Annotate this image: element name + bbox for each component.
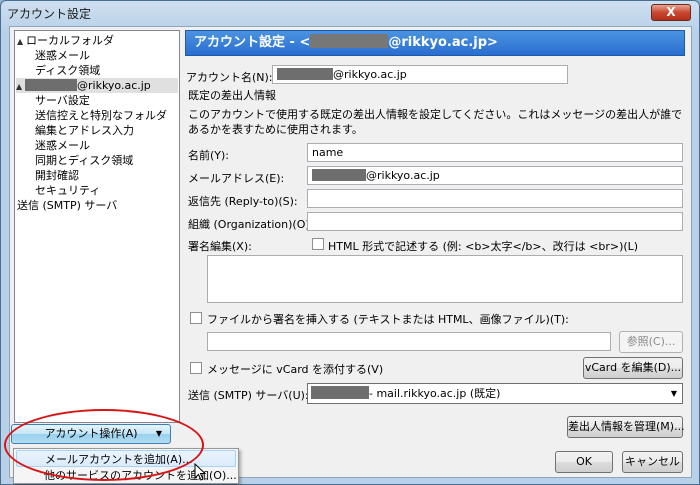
name-input[interactable]: name bbox=[307, 143, 683, 162]
redacted-username bbox=[311, 386, 369, 399]
tree-item-label: セキュリティ bbox=[35, 184, 101, 197]
header-suffix: @rikkyo.ac.jp> bbox=[388, 35, 498, 50]
section-title: 既定の差出人情報 bbox=[188, 89, 276, 102]
identity-description: このアカウントで使用する既定の差出人情報を設定してください。これはメッセージの差… bbox=[188, 108, 683, 136]
tree-item-label: 送信控えと特別なフォルダ bbox=[35, 109, 167, 122]
collapse-icon[interactable]: ▲ bbox=[17, 34, 26, 49]
signature-file-label: ファイルから署名を挿入する (テキストまたは HTML、画像ファイル)(T): bbox=[207, 313, 569, 326]
tree-item-smtp[interactable]: 送信 (SMTP) サーバ bbox=[17, 198, 117, 213]
smtp-server-select[interactable]: - mail.rikkyo.ac.jp (既定) ▼ bbox=[307, 383, 683, 404]
html-signature-label: HTML 形式で記述する (例: <b>太字</b>、改行は <br>)(L) bbox=[328, 240, 639, 253]
tree-item-label: サーバ設定 bbox=[35, 94, 90, 107]
redacted-username bbox=[312, 169, 366, 181]
browse-button[interactable]: 参照(C)... bbox=[619, 331, 683, 353]
ok-button[interactable]: OK bbox=[555, 451, 613, 473]
chevron-down-icon: ▼ bbox=[155, 429, 162, 438]
signature-label: 署名編集(X): bbox=[188, 240, 252, 253]
reply-to-label: 返信先 (Reply-to)(S): bbox=[188, 195, 298, 208]
tree-item-receipts[interactable]: 開封確認 bbox=[35, 168, 79, 183]
panel-header: アカウント設定 - < @rikkyo.ac.jp> bbox=[185, 30, 685, 56]
tree-item-junk-local[interactable]: 迷惑メール bbox=[35, 48, 90, 63]
vcard-label: メッセージに vCard を添付する(V) bbox=[207, 363, 384, 376]
tree-item-label: 同期とディスク領域 bbox=[35, 154, 134, 167]
signature-file-checkbox[interactable] bbox=[190, 312, 202, 324]
tree-item-disk-local[interactable]: ディスク領域 bbox=[35, 63, 100, 78]
reply-to-input[interactable] bbox=[307, 189, 683, 208]
name-label: 名前(Y): bbox=[188, 149, 230, 162]
cancel-button[interactable]: キャンセル bbox=[622, 451, 683, 473]
redacted-username bbox=[310, 34, 389, 48]
close-button[interactable]: X bbox=[651, 4, 691, 21]
email-input[interactable]: @rikkyo.ac.jp bbox=[307, 166, 683, 185]
tree-item-label: 送信 (SMTP) サーバ bbox=[17, 199, 118, 212]
signature-file-path-input[interactable] bbox=[207, 332, 611, 351]
tree-item-label: ローカルフォルダ bbox=[26, 34, 114, 47]
organization-label: 組織 (Organization)(O): bbox=[188, 218, 314, 231]
tree-item-label: 迷惑メール bbox=[35, 49, 90, 62]
edit-vcard-button[interactable]: vCard を編集(D)... bbox=[583, 357, 683, 379]
tree-item-copies-folders[interactable]: 送信控えと特別なフォルダ bbox=[35, 108, 167, 123]
chevron-down-icon: ▼ bbox=[670, 389, 677, 398]
dialog-client: ▲ ローカルフォルダ 迷惑メール ディスク領域 ▲ @rikkyo.ac.jp サー… bbox=[9, 26, 692, 478]
tree-item-security[interactable]: セキュリティ bbox=[35, 183, 100, 198]
account-name-label: アカウント名(N): bbox=[186, 71, 273, 84]
tree-item-sync-disk[interactable]: 同期とディスク領域 bbox=[35, 153, 133, 168]
tree-item-server-settings[interactable]: サーバ設定 bbox=[35, 93, 90, 108]
tree-item-label: 開封確認 bbox=[35, 169, 79, 182]
tree-item-account[interactable]: ▲ @rikkyo.ac.jp bbox=[16, 78, 178, 93]
smtp-server-label: 送信 (SMTP) サーバ(U): bbox=[188, 389, 309, 402]
name-value: name bbox=[312, 146, 344, 159]
organization-input[interactable] bbox=[307, 212, 683, 231]
title-bar[interactable]: アカウント設定 X bbox=[1, 1, 699, 23]
tree-item-label: @rikkyo.ac.jp bbox=[77, 79, 151, 92]
tree-item-label: 迷惑メール bbox=[35, 139, 90, 152]
email-value: @rikkyo.ac.jp bbox=[366, 169, 440, 182]
tree-item-junk[interactable]: 迷惑メール bbox=[35, 138, 90, 153]
header-prefix: アカウント設定 - < bbox=[194, 35, 311, 50]
vcard-checkbox[interactable] bbox=[190, 362, 202, 374]
redacted-username bbox=[277, 68, 333, 80]
account-actions-label: アカウント操作(A) bbox=[44, 427, 138, 440]
signature-textarea[interactable] bbox=[207, 255, 683, 303]
window-title: アカウント設定 bbox=[7, 7, 92, 21]
tree-item-label: 編集とアドレス入力 bbox=[35, 124, 134, 137]
tree-item-composition[interactable]: 編集とアドレス入力 bbox=[35, 123, 134, 138]
collapse-icon[interactable]: ▲ bbox=[16, 79, 25, 94]
email-label: メールアドレス(E): bbox=[188, 172, 285, 185]
html-signature-checkbox[interactable] bbox=[312, 238, 324, 250]
account-tree[interactable]: ▲ ローカルフォルダ 迷惑メール ディスク領域 ▲ @rikkyo.ac.jp サー… bbox=[14, 30, 180, 423]
mouse-cursor-icon bbox=[194, 463, 206, 481]
account-name-value: @rikkyo.ac.jp bbox=[333, 68, 407, 81]
tree-item-local-folders[interactable]: ▲ ローカルフォルダ bbox=[17, 33, 114, 48]
account-name-input[interactable]: @rikkyo.ac.jp bbox=[272, 65, 568, 84]
tree-item-label: ディスク領域 bbox=[35, 64, 101, 77]
manage-identities-button[interactable]: 差出人情報を管理(M)... bbox=[567, 416, 685, 438]
redacted-username bbox=[25, 79, 77, 91]
smtp-server-value: - mail.rikkyo.ac.jp (既定) bbox=[369, 387, 501, 400]
account-settings-window: アカウント設定 X ▲ ローカルフォルダ 迷惑メール ディスク領域 ▲ @rikky… bbox=[0, 0, 700, 485]
close-icon: X bbox=[666, 5, 676, 19]
account-actions-button[interactable]: アカウント操作(A) ▼ bbox=[11, 424, 171, 444]
